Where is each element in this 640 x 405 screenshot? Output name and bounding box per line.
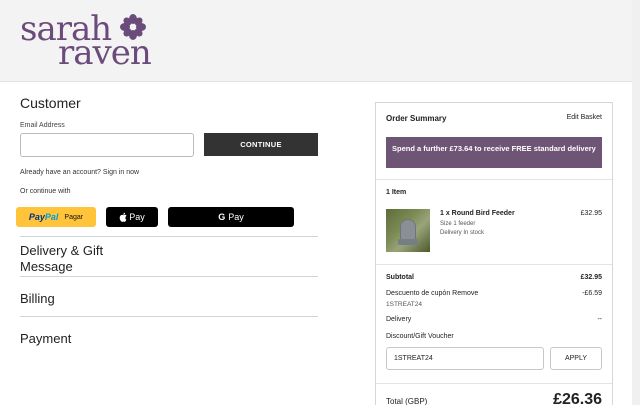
summary-divider (376, 264, 612, 265)
voucher-input[interactable] (386, 347, 544, 370)
discount-row: Descuento de cupón Remove (386, 290, 478, 297)
bird-feeder-shape (400, 219, 416, 241)
or-continue-text: Or continue with (20, 188, 71, 195)
google-pay-button[interactable]: G Pay (168, 207, 294, 227)
remove-coupon-link[interactable]: Remove (452, 290, 478, 297)
apple-pay-button[interactable]: Pay (106, 207, 158, 227)
delivery-gift-section[interactable]: Delivery & Gift Message (20, 243, 103, 275)
product-delivery: Delivery In stock (440, 230, 485, 236)
free-delivery-banner: Spend a further £73.64 to receive FREE s… (386, 137, 602, 168)
email-field[interactable] (20, 133, 194, 157)
billing-section[interactable]: Billing (20, 291, 55, 307)
apple-pay-label: Pay (129, 212, 145, 222)
email-label: Email Address (20, 122, 65, 129)
total-label: Total (GBP) (386, 397, 428, 405)
section-divider (20, 276, 318, 277)
total-value: £26.36 (553, 391, 602, 405)
bird-feeder-base (398, 239, 418, 245)
paypal-button[interactable]: Pay Pal Pagar (16, 207, 96, 227)
order-summary-title: Order Summary (386, 114, 447, 123)
apply-voucher-button[interactable]: APPLY (550, 347, 602, 370)
delivery-heading-line1: Delivery & Gift (20, 243, 104, 258)
logo-text-line2: raven (58, 33, 152, 73)
delivery-value: -- (597, 316, 602, 323)
subtotal-value: £32.95 (580, 274, 602, 281)
delivery-heading-line2: Message (20, 259, 73, 274)
discount-label: Descuento de cupón (386, 290, 451, 297)
sarah-raven-logo[interactable]: sarah raven (20, 12, 160, 70)
product-name: 1 x Round Bird Feeder (440, 210, 515, 217)
google-g-icon: G (218, 212, 226, 222)
coupon-code: 1STREAT24 (386, 301, 423, 308)
delivery-label: Delivery (386, 316, 412, 323)
apple-icon (119, 212, 127, 222)
section-divider (20, 236, 318, 237)
product-image (386, 209, 430, 252)
product-price: £32.95 (580, 210, 602, 217)
order-summary-panel: Order Summary Edit Basket Spend a furthe… (375, 102, 613, 405)
paypal-logo-pay: Pay (28, 212, 45, 222)
customer-heading: Customer (20, 95, 81, 111)
page-scrollbar[interactable] (632, 0, 640, 405)
continue-button[interactable]: CONTINUE (204, 133, 318, 156)
section-divider (20, 316, 318, 317)
subtotal-label: Subtotal (386, 274, 414, 281)
google-pay-label: Pay (228, 212, 244, 222)
items-count: 1 Item (386, 189, 407, 196)
summary-divider (376, 383, 612, 384)
flower-icon (120, 14, 146, 40)
discount-value: -£6.59 (582, 290, 602, 297)
edit-basket-link[interactable]: Edit Basket (567, 114, 602, 121)
product-size: Size 1 feeder (440, 221, 476, 227)
paypal-pagar-label: Pagar (64, 213, 84, 221)
voucher-label: Discount/Gift Voucher (386, 333, 454, 340)
site-header: sarah raven (0, 0, 640, 82)
sign-in-link[interactable]: Already have an account? Sign in now (20, 169, 139, 176)
summary-divider (376, 179, 612, 180)
paypal-logo-pal: Pal (44, 212, 59, 222)
payment-section[interactable]: Payment (20, 331, 71, 347)
